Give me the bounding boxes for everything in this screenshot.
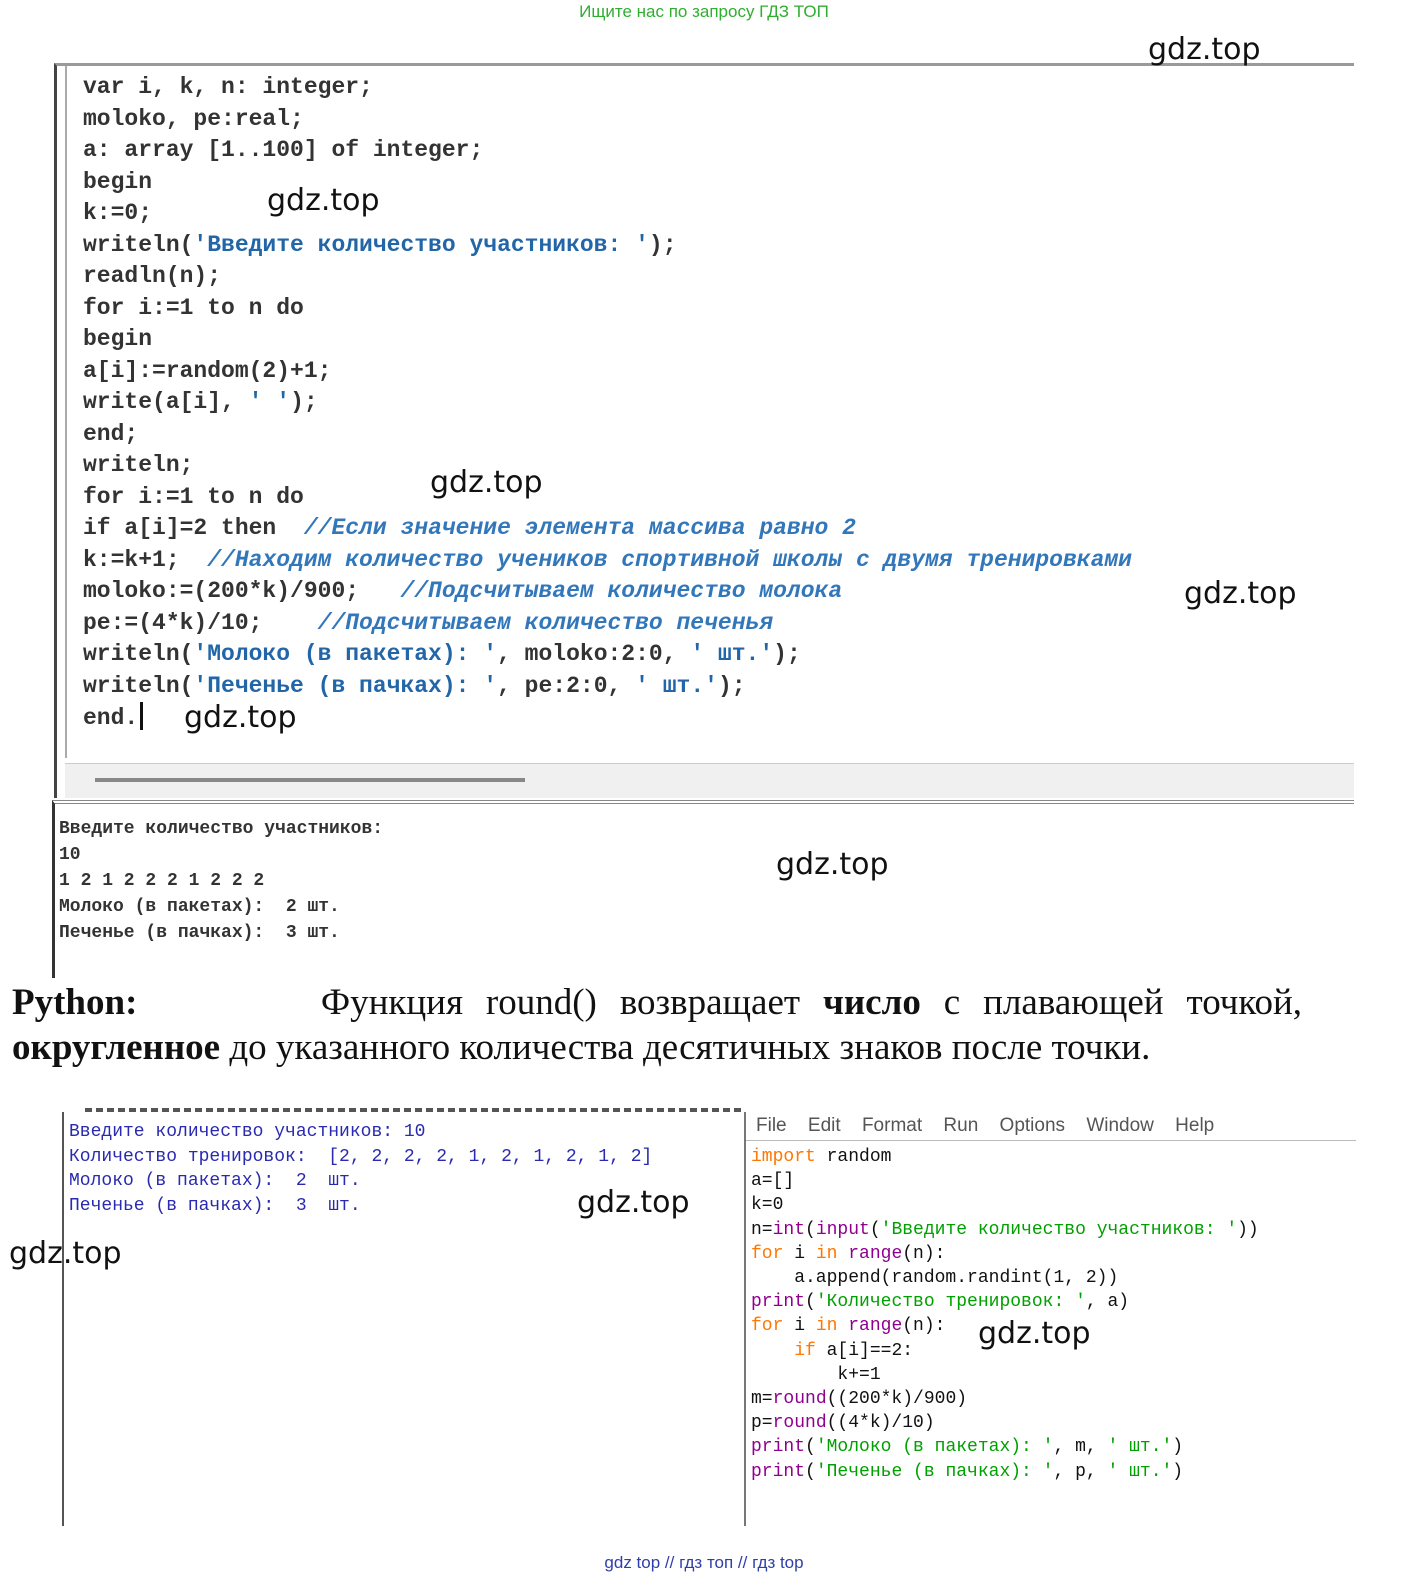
menu-edit[interactable]: Edit (808, 1112, 841, 1140)
menu-file[interactable]: File (756, 1112, 787, 1140)
watermark: gdz.top (267, 183, 380, 218)
pascal-output-text: Введите количество участников: 10 1 2 1 … (59, 819, 384, 943)
watermark: gdz.top (184, 700, 297, 735)
menu-format[interactable]: Format (862, 1112, 922, 1140)
editor-gutter (65, 66, 67, 758)
menu-help[interactable]: Help (1175, 1112, 1214, 1140)
watermark: gdz.top (776, 847, 889, 882)
horizontal-scrollbar[interactable] (65, 763, 1354, 798)
pascal-source: var i, k, n: integer; moloko, pe:real; a… (83, 74, 1132, 731)
footer-banner[interactable]: gdz top // гдз топ // гдз top (0, 1553, 1408, 1573)
watermark: gdz.top (1148, 32, 1261, 67)
watermark: gdz.top (978, 1316, 1091, 1351)
search-hint-banner[interactable]: Ищите нас по запросу ГДЗ ТОП (0, 2, 1408, 22)
pascal-code-editor[interactable]: var i, k, n: integer; moloko, pe:real; a… (54, 63, 1354, 798)
shell-output-text: Введите количество участников: 10 Количе… (69, 1122, 653, 1216)
menu-bar: File Edit Format Run Options Window Help (746, 1112, 1356, 1141)
watermark: gdz.top (430, 465, 543, 500)
menu-options[interactable]: Options (1000, 1112, 1065, 1140)
python-source[interactable]: import random a=[] k=0 n=int(input('Введ… (751, 1145, 1259, 1484)
watermark: gdz.top (9, 1236, 122, 1271)
menu-run[interactable]: Run (943, 1112, 978, 1140)
watermark: gdz.top (577, 1185, 690, 1220)
menu-window[interactable]: Window (1086, 1112, 1154, 1140)
scrollbar-thumb[interactable] (95, 778, 525, 782)
python-shell-output: Введите количество участников: 10 Количе… (62, 1112, 734, 1526)
text-cursor (140, 702, 144, 730)
python-explanation: Python: Функция round() возвращает число… (12, 982, 1303, 1068)
pascal-output-panel: Введите количество участников: 10 1 2 1 … (52, 800, 1354, 978)
watermark: gdz.top (1184, 576, 1297, 611)
